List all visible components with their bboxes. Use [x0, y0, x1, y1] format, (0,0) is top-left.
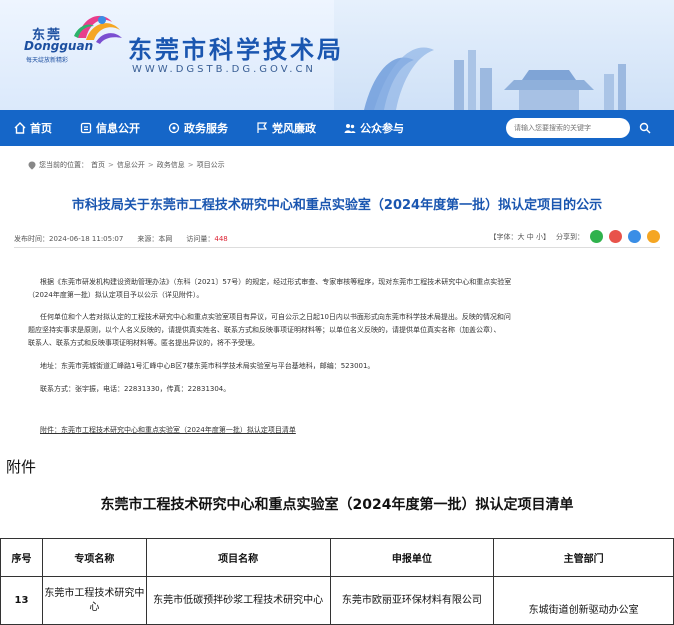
font-size-switcher[interactable]: 【字体：大 中 小】 — [490, 232, 550, 242]
nav-item-info[interactable]: 信息公开 — [66, 110, 154, 146]
visit-count-label: 访问量： — [186, 235, 215, 243]
breadcrumb-separator: > — [147, 161, 154, 169]
attachment-link[interactable]: 附件：东莞市工程技术研究中心和重点实验室（2024年度第一批）拟认定项目清单 — [40, 424, 640, 436]
attachment-list-title: 东莞市工程技术研究中心和重点实验室（2024年度第一批）拟认定项目清单 — [100, 497, 574, 513]
breadcrumb: 您当前的位置： 首页 > 信息公开 > 政务信息 > 项目公示 — [28, 160, 225, 170]
breadcrumb-item-project-notice[interactable]: 项目公示 — [197, 160, 225, 170]
logo-text-en: Dongguan — [24, 39, 94, 53]
info-icon — [80, 122, 92, 134]
column-header-index: 序号 — [0, 538, 43, 577]
paragraph-1-line-1: 根据《东莞市研发机构建设资助管理办法》（东科〔2021〕57号）的规定，经过形式… — [40, 278, 512, 286]
table-header-row: 序号 专项名称 项目名称 申报单位 主管部门 — [0, 538, 674, 577]
cell-category: 东莞市工程技术研究中心 — [41, 576, 147, 625]
city-skyline-icon — [364, 47, 626, 110]
weibo-share-icon[interactable] — [609, 230, 622, 243]
nav-item-label: 首页 — [30, 122, 52, 135]
cell-department: 东城街道创新驱动办公室 — [493, 576, 674, 625]
main-nav: 首页 信息公开 政务服务 党风廉政 公众参与 — [0, 110, 674, 146]
article-meta: 发布时间：2024-06-18 11:05:07 来源：本网 访问量：448 【… — [14, 226, 660, 248]
column-header-applicant: 申报单位 — [329, 538, 495, 577]
nav-item-public[interactable]: 公众参与 — [330, 110, 418, 146]
column-header-department: 主管部门 — [493, 538, 674, 577]
nav-item-label: 政务服务 — [184, 122, 228, 135]
search-button[interactable] — [634, 118, 656, 138]
nav-item-integrity[interactable]: 党风廉政 — [242, 110, 330, 146]
breadcrumb-item-home[interactable]: 首页 — [91, 160, 105, 170]
share-label: 分享到： — [556, 232, 584, 241]
visit-count: 访问量：448 — [186, 234, 227, 244]
site-title: 东莞市科学技术局 — [128, 36, 344, 64]
breadcrumb-item-gov-info[interactable]: 政务信息 — [157, 160, 185, 170]
nav-item-label: 党风廉政 — [272, 122, 316, 135]
article-source: 来源：本网 — [137, 235, 173, 243]
nav-item-service[interactable]: 政务服务 — [154, 110, 242, 146]
breadcrumb-separator: > — [108, 161, 114, 169]
logo-slogan: 每天绽放新精彩 — [26, 57, 69, 64]
column-header-project: 项目名称 — [145, 538, 331, 577]
paragraph-2-line-1: 任何单位和个人若对拟认定的工程技术研究中心和重点实验室项目有异议，可自公示之日起… — [40, 313, 511, 321]
paragraph-2-line-3: 联系人、联系方式和反映事项证明材料等。匿名提出异议的，将不予受理。 — [28, 339, 259, 347]
service-icon — [168, 122, 180, 134]
article-title: 市科技局关于东莞市工程技术研究中心和重点实验室（2024年度第一批）拟认定项目的… — [71, 198, 603, 213]
nav-item-home[interactable]: 首页 — [0, 110, 66, 146]
wechat-share-icon[interactable] — [590, 230, 603, 243]
search-icon — [639, 122, 651, 134]
qzone-share-icon[interactable] — [647, 230, 660, 243]
contact-line: 联系方式：张宇振，电话：22831330，传真：22831304。 — [40, 385, 231, 393]
site-url: WWW.DGSTB.DG.GOV.CN — [132, 64, 316, 75]
search-input[interactable] — [506, 118, 630, 138]
publish-time: 发布时间：2024-06-18 11:05:07 — [14, 235, 124, 243]
location-icon — [28, 161, 36, 169]
flag-icon — [257, 122, 268, 133]
column-header-category: 专项名称 — [41, 538, 147, 577]
paragraph-1-line-2: （2024年度第一批）拟认定项目予以公示（详见附件）。 — [28, 291, 204, 299]
home-icon — [14, 122, 26, 134]
breadcrumb-prefix: 您当前的位置： — [39, 161, 88, 169]
nav-item-label: 公众参与 — [360, 122, 404, 135]
breadcrumb-separator: > — [187, 161, 194, 169]
qq-share-icon[interactable] — [628, 230, 641, 243]
breadcrumb-item-info[interactable]: 信息公开 — [117, 160, 145, 170]
people-icon — [344, 124, 356, 133]
table-row: 13 东莞市工程技术研究中心 东莞市低碳预拌砂浆工程技术研究中心 东莞市欧丽亚环… — [0, 576, 674, 625]
cell-project: 东莞市低碳预拌砂浆工程技术研究中心 — [145, 576, 331, 625]
paragraph-2-line-2: 题应坚持实事求是原则，以个人名义反映的，请提供真实姓名、联系方式和反映事项证明材… — [28, 326, 501, 334]
cell-applicant: 东莞市欧丽亚环保材料有限公司 — [329, 576, 495, 625]
nav-item-label: 信息公开 — [96, 122, 140, 135]
project-list-table: 序号 专项名称 项目名称 申报单位 主管部门 13 东莞市工程技术研究中心 东莞… — [0, 538, 674, 625]
address-line: 地址：东莞市莞城街道汇峰路1号汇峰中心B区7楼东莞市科学技术局实验室与平台基地科… — [40, 362, 375, 370]
cell-index: 13 — [0, 576, 43, 625]
attachment-heading: 附件 — [6, 458, 37, 476]
header-banner: 东莞 Dongguan 每天绽放新精彩 东莞市科学技术局 WWW.DGSTB.D… — [0, 0, 674, 110]
visit-count-value: 448 — [214, 235, 228, 243]
